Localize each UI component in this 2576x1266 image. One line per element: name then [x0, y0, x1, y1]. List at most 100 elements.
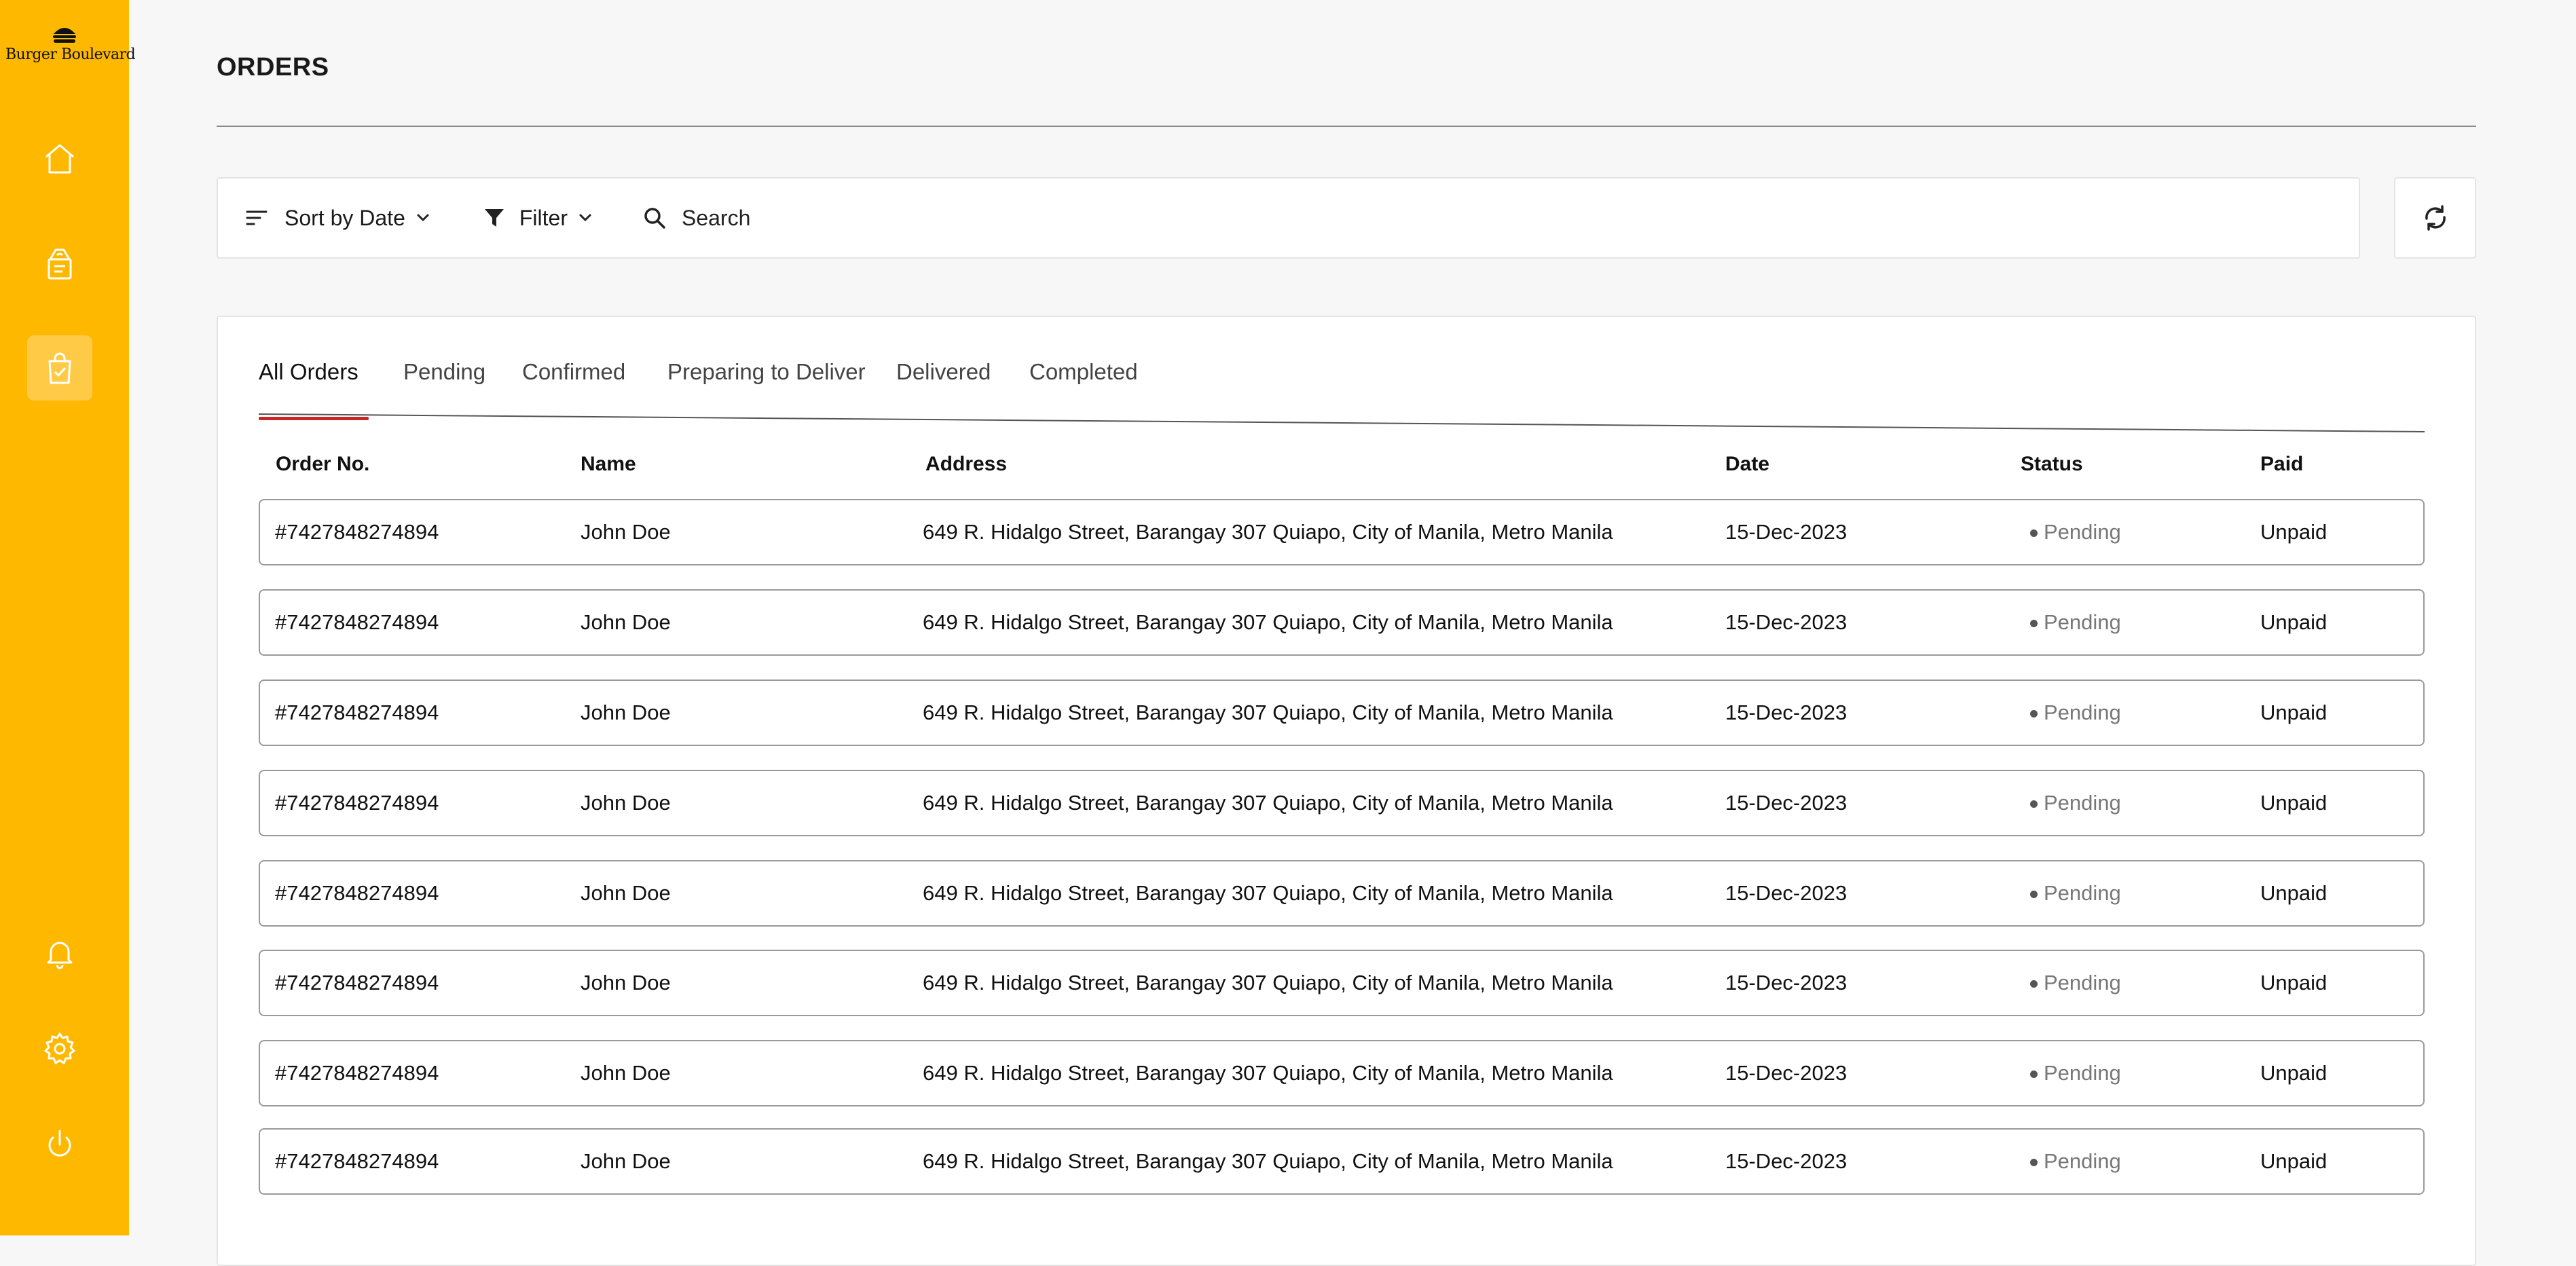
status-cell: Pending: [2044, 1041, 2121, 1105]
refresh-button[interactable]: [2394, 177, 2476, 259]
sidebar-item-settings[interactable]: [27, 1016, 92, 1081]
sidebar-item-orders[interactable]: [27, 335, 92, 401]
column-header-order-no: Order No.: [276, 453, 369, 476]
address-cell: 649 R. Hidalgo Street, Barangay 307 Quia…: [923, 500, 1613, 564]
paid-cell: Unpaid: [2260, 1130, 2327, 1193]
status-dot: [2030, 800, 2038, 808]
paid-cell: Unpaid: [2260, 771, 2327, 835]
tab-pending[interactable]: Pending: [403, 359, 485, 385]
menu-board-icon: [39, 243, 80, 284]
sidebar-item-home[interactable]: [27, 126, 92, 191]
search-box: [642, 206, 1700, 231]
tabs-divider: [259, 413, 2426, 434]
status-dot: [2030, 891, 2038, 898]
customer-name-cell: John Doe: [581, 1041, 671, 1105]
order-number-cell: #7427848274894: [275, 771, 439, 835]
chevron-down-icon: [415, 212, 431, 223]
status-cell: Pending: [2044, 1130, 2121, 1193]
status-cell: Pending: [2044, 771, 2121, 835]
date-cell: 15-Dec-2023: [1725, 951, 1847, 1015]
date-cell: 15-Dec-2023: [1725, 681, 1847, 745]
sort-dropdown[interactable]: Sort by Date: [245, 206, 431, 231]
address-cell: 649 R. Hidalgo Street, Barangay 307 Quia…: [923, 771, 1613, 835]
status-cell: Pending: [2044, 951, 2121, 1015]
status-cell: Pending: [2044, 591, 2121, 654]
filter-dropdown[interactable]: Filter: [483, 206, 593, 231]
status-dot: [2030, 620, 2038, 627]
sidebar-item-logout[interactable]: [27, 1112, 92, 1177]
order-number-cell: #7427848274894: [275, 500, 439, 564]
status-dot: [2030, 980, 2038, 988]
address-cell: 649 R. Hidalgo Street, Barangay 307 Quia…: [923, 861, 1613, 925]
refresh-icon: [2421, 204, 2450, 232]
brand-name: Burger Boulevard: [5, 46, 124, 63]
order-number-cell: #7427848274894: [275, 1130, 439, 1193]
orders-panel: All Orders Pending Confirmed Preparing t…: [217, 316, 2476, 1266]
order-number-cell: #7427848274894: [275, 591, 439, 654]
sidebar-item-menu[interactable]: [27, 231, 92, 296]
order-number-cell: #7427848274894: [275, 861, 439, 925]
customer-name-cell: John Doe: [581, 681, 671, 745]
customer-name-cell: John Doe: [581, 500, 671, 564]
tab-delivered[interactable]: Delivered: [896, 359, 991, 385]
date-cell: 15-Dec-2023: [1725, 771, 1847, 835]
customer-name-cell: John Doe: [581, 951, 671, 1015]
brand-logo[interactable]: Burger Boulevard: [5, 24, 124, 73]
main-content: ORDERS Sort by Date Filter: [129, 0, 2576, 1235]
table-row[interactable]: #7427848274894 John Doe 649 R. Hidalgo Str…: [259, 950, 2425, 1016]
search-icon: [642, 206, 667, 230]
address-cell: 649 R. Hidalgo Street, Barangay 307 Quia…: [923, 681, 1613, 745]
customer-name-cell: John Doe: [581, 1130, 671, 1193]
address-cell: 649 R. Hidalgo Street, Barangay 307 Quia…: [923, 591, 1613, 654]
home-icon: [39, 138, 80, 179]
table-row[interactable]: #7427848274894John Doe649 R. Hidalgo Str…: [259, 1040, 2425, 1106]
paid-cell: Unpaid: [2260, 500, 2327, 564]
filter-funnel-icon: [483, 206, 506, 229]
active-tab-indicator: [259, 417, 369, 420]
table-row[interactable]: #7427848274894 John Doe 649 R. Hidalgo Str…: [259, 589, 2425, 656]
date-cell: 15-Dec-2023: [1725, 1130, 1847, 1193]
address-cell: 649 R. Hidalgo Street, Barangay 307 Quia…: [923, 1130, 1613, 1193]
status-cell: Pending: [2044, 500, 2121, 564]
status-dot: [2030, 529, 2038, 537]
date-cell: 15-Dec-2023: [1725, 591, 1847, 654]
customer-name-cell: John Doe: [581, 771, 671, 835]
burger-logo-icon: [51, 24, 78, 45]
table-row[interactable]: #7427848274894 John Doe 649 R. Hidalgo Str…: [259, 770, 2425, 836]
sort-label: Sort by Date: [284, 206, 405, 231]
date-cell: 15-Dec-2023: [1725, 861, 1847, 925]
power-icon: [39, 1124, 80, 1165]
table-row[interactable]: #7427848274894 John Doe 649 R. Hidalgo Str…: [259, 679, 2425, 746]
table-row[interactable]: #7427848274894 John Doe 649 R. Hidalgo Str…: [259, 499, 2425, 565]
column-header-date: Date: [1725, 453, 1769, 476]
column-header-status: Status: [2021, 453, 2083, 476]
sort-lines-icon: [245, 208, 268, 228]
tab-all-orders[interactable]: All Orders: [259, 359, 358, 385]
shopping-bag-check-icon: [39, 348, 80, 388]
paid-cell: Unpaid: [2260, 951, 2327, 1015]
status-cell: Pending: [2044, 681, 2121, 745]
table-row[interactable]: #7427848274894 John Doe 649 R. Hidalgo Str…: [259, 1128, 2425, 1195]
search-input[interactable]: [682, 206, 1700, 231]
paid-cell: Unpaid: [2260, 861, 2327, 925]
status-dot: [2030, 1070, 2038, 1078]
order-number-cell: #7427848274894: [275, 951, 439, 1015]
tab-preparing-to-deliver[interactable]: Preparing to Deliver: [667, 359, 866, 385]
title-divider: [217, 126, 2476, 127]
customer-name-cell: John Doe: [581, 591, 671, 654]
status-cell: Pending: [2044, 861, 2121, 925]
toolbar: Sort by Date Filter: [217, 177, 2360, 259]
customer-name-cell: John Doe: [581, 861, 671, 925]
address-cell: 649 R. Hidalgo Street, Barangay 307 Quia…: [923, 951, 1613, 1015]
column-header-address: Address: [925, 453, 1007, 476]
tab-completed[interactable]: Completed: [1029, 359, 1138, 385]
chevron-down-icon: [577, 212, 593, 223]
address-cell: 649 R. Hidalgo Street, Barangay 307 Quia…: [923, 1041, 1613, 1105]
order-number-cell: #7427848274894: [275, 681, 439, 745]
bell-icon: [39, 933, 80, 973]
tab-confirmed[interactable]: Confirmed: [522, 359, 625, 385]
sidebar: Burger Boulevard: [0, 0, 129, 1235]
date-cell: 15-Dec-2023: [1725, 1041, 1847, 1105]
sidebar-item-notifications[interactable]: [27, 920, 92, 986]
table-row[interactable]: #7427848274894 John Doe 649 R. Hidalgo Str…: [259, 860, 2425, 927]
